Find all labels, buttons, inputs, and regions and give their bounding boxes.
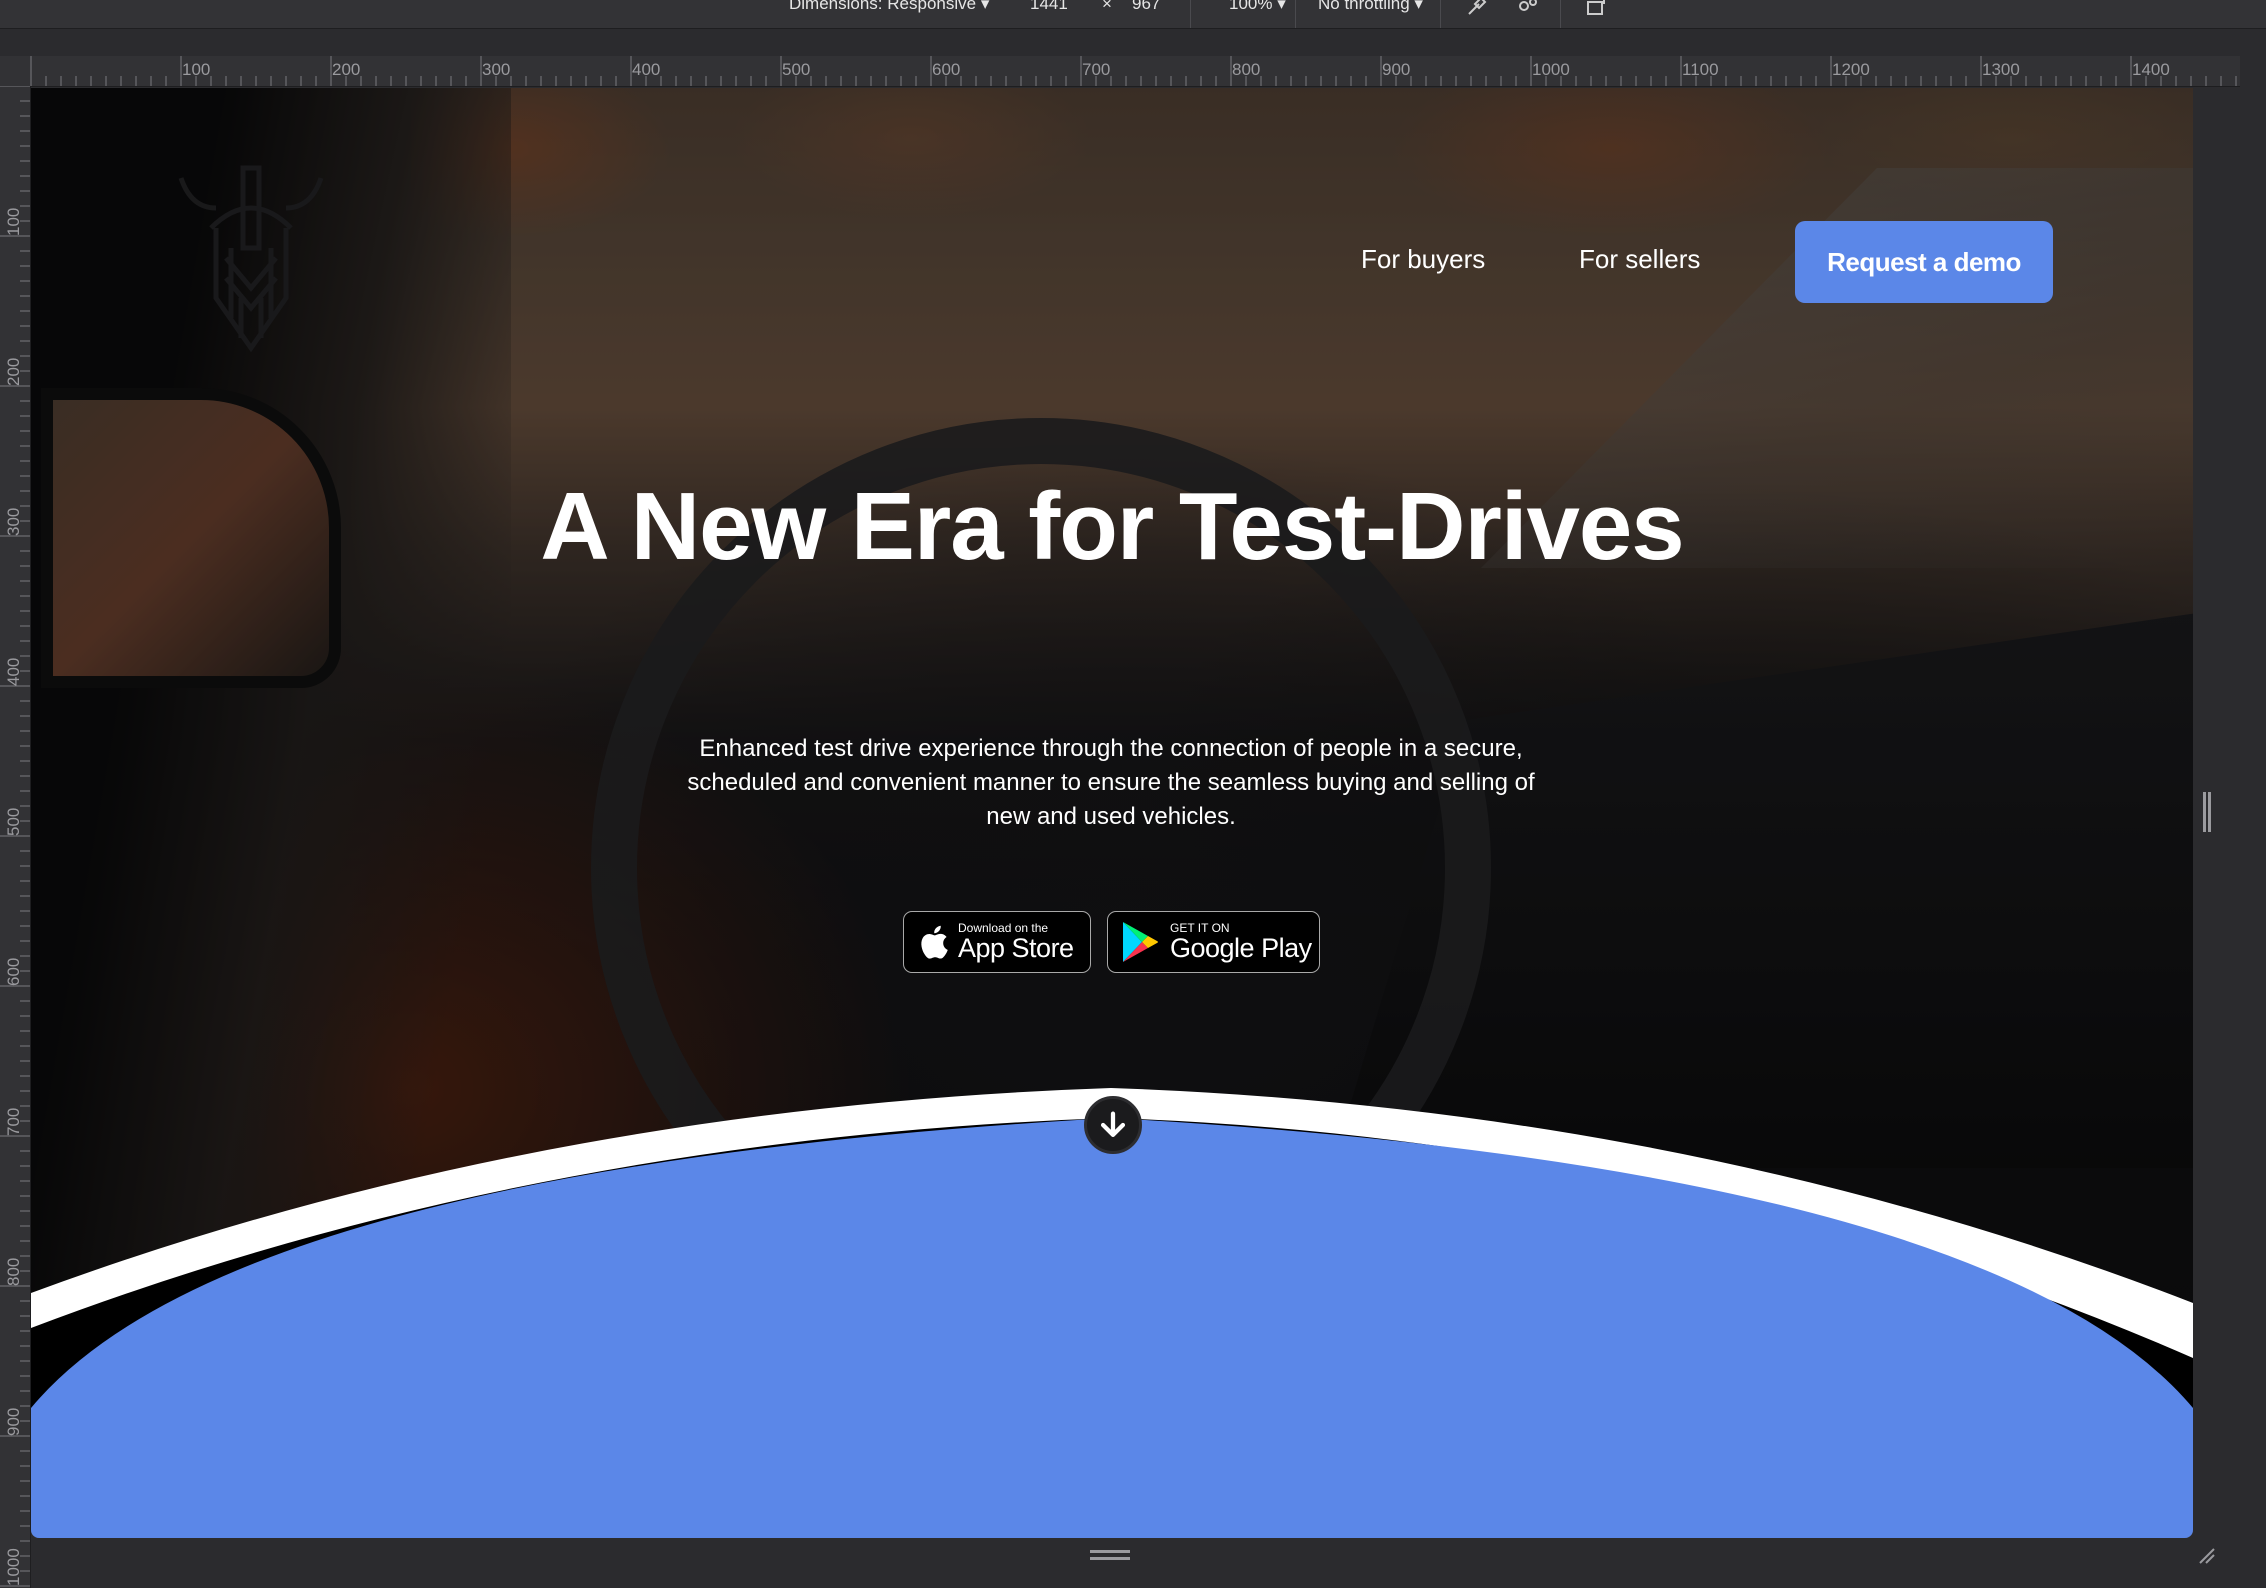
- dimensions-label: Dimensions: Responsive: [789, 0, 977, 13]
- vertical-ruler: 100 200 300 400 500 600 700 800 900 1000: [0, 86, 31, 1588]
- ruler-label: 500: [782, 60, 811, 79]
- ruler-label: 300: [4, 507, 23, 536]
- ruler-label: 700: [4, 1107, 23, 1136]
- ruler-label: 700: [1082, 60, 1111, 79]
- ruler-label: 900: [1382, 60, 1411, 79]
- ruler-label: 400: [632, 60, 661, 79]
- width-input[interactable]: 1441: [1030, 0, 1068, 14]
- ruler-label: 1400: [2132, 60, 2170, 79]
- throttling-select[interactable]: No throttling ▾: [1318, 0, 1423, 14]
- ruler-label: 400: [4, 657, 23, 686]
- ruler-label: 800: [1232, 60, 1261, 79]
- ruler-label: 200: [332, 60, 361, 79]
- zoom-select[interactable]: 100% ▾: [1229, 0, 1286, 14]
- hero-wave: [31, 1088, 2193, 1538]
- ruler-label: 1000: [1532, 60, 1570, 79]
- ruler-label: 600: [4, 957, 23, 986]
- throttling-label: No throttling: [1318, 0, 1410, 13]
- ruler-label: 300: [482, 60, 511, 79]
- zoom-label: 100%: [1229, 0, 1273, 13]
- ruler-label: 1200: [1832, 60, 1870, 79]
- devtools-toolbar: Dimensions: Responsive ▾ 1441 × 967 100%…: [0, 0, 2266, 29]
- resize-handle-bottom[interactable]: [1090, 1550, 1130, 1560]
- height-input[interactable]: 967: [1132, 0, 1160, 14]
- ruler-label: 100: [4, 207, 23, 236]
- resize-handle-right[interactable]: [2203, 792, 2211, 832]
- horizontal-ruler: 100 200 300 400 500 600 700 800 900 1000…: [0, 56, 2240, 87]
- rotate-icon[interactable]: [1584, 0, 1608, 18]
- eyedropper-icon[interactable]: [1465, 0, 1489, 18]
- dimensions-select[interactable]: Dimensions: Responsive ▾: [789, 0, 989, 14]
- ruler-label: 500: [4, 807, 23, 836]
- ruler-label: 100: [182, 60, 211, 79]
- ruler-label: 800: [4, 1257, 23, 1286]
- times-symbol: ×: [1102, 0, 1112, 13]
- device-viewport: For buyers For sellers Request a demo A …: [31, 88, 2193, 1538]
- ruler-label: 600: [932, 60, 961, 79]
- ruler-label: 1100: [1682, 60, 1719, 79]
- ruler-label: 1000: [4, 1548, 23, 1586]
- resize-handle-corner[interactable]: [2196, 1545, 2216, 1565]
- arrow-down-icon: [1100, 1111, 1126, 1138]
- ruler-label: 900: [4, 1407, 23, 1436]
- scroll-down-button[interactable]: [1084, 1096, 1142, 1154]
- ruler-label: 1300: [1982, 60, 2020, 79]
- sensors-icon[interactable]: [1516, 0, 1540, 18]
- ruler-label: 200: [4, 357, 23, 386]
